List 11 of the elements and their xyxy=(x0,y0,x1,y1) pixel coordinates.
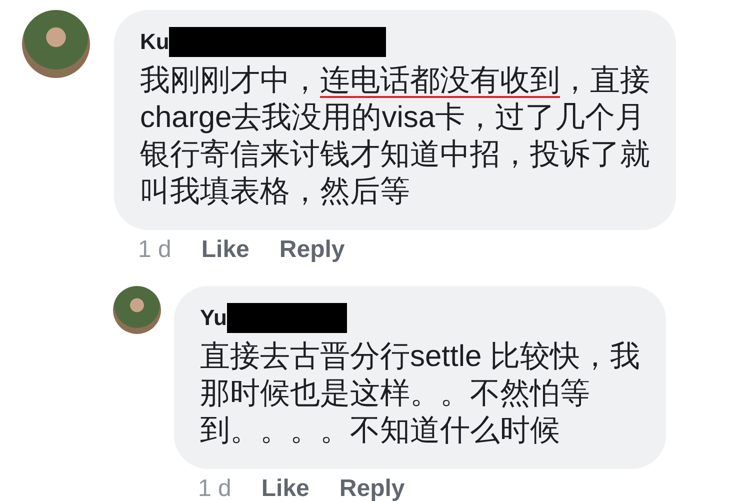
comment-action-link[interactable]: Reply xyxy=(279,236,345,264)
comment-action-link[interactable]: Like xyxy=(261,475,310,501)
avatar-photo xyxy=(113,286,161,334)
comment-text: 直接去古晋分行settle 比较快，我 那时候也是这样。。不然怕等 到。。。。不知道什么时候 xyxy=(200,339,640,449)
comment-action-link[interactable]: Like xyxy=(201,236,250,264)
comment-time: 1 d xyxy=(138,236,172,264)
comment-text: 我刚刚才中，连电话都没有收到，直接 charge去我没用的visa卡，过了几个月 银行寄信来讨钱才知道中招，投诉了就 叫我填表格，然后等 xyxy=(140,63,650,210)
author-name[interactable]: Ku xyxy=(140,29,170,55)
comment-action-link[interactable]: Reply xyxy=(339,475,405,501)
author-name[interactable]: Yu xyxy=(200,305,227,331)
comment-time: 1 d xyxy=(198,475,232,501)
